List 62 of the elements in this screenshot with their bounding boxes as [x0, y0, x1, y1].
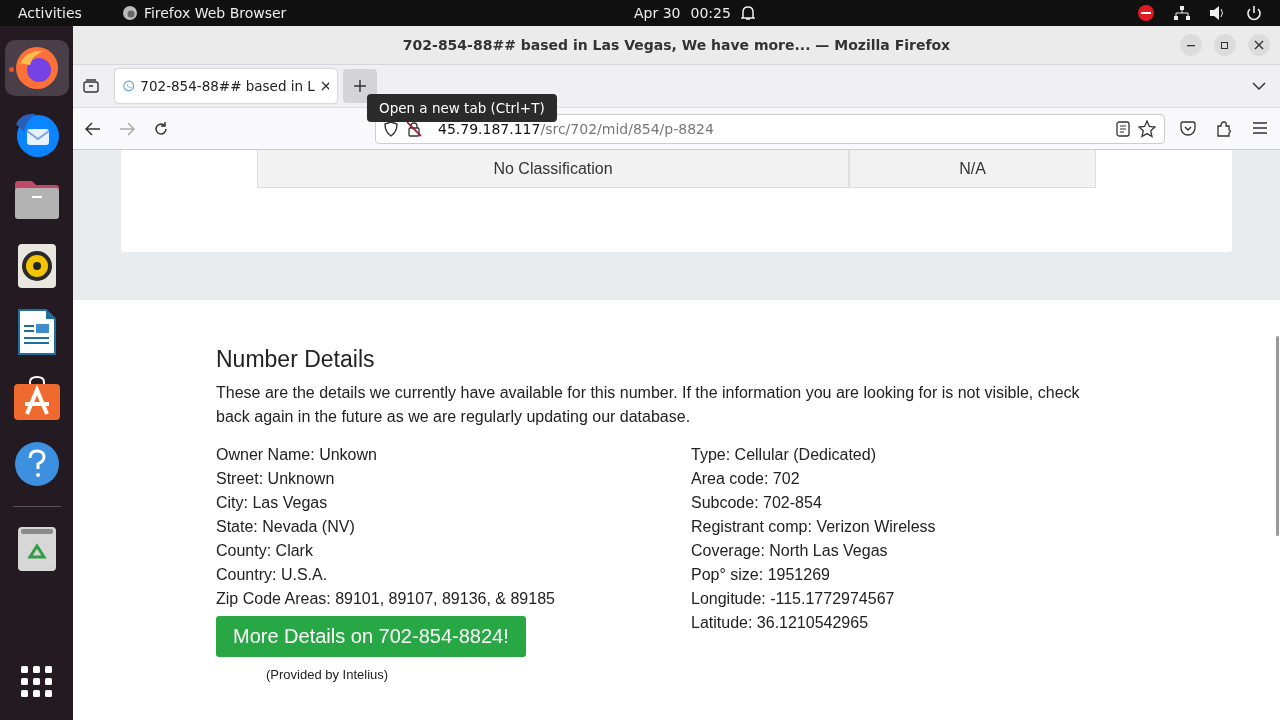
do-not-disturb-icon[interactable] — [1138, 5, 1154, 21]
clock-date[interactable]: Apr 30 — [634, 5, 681, 21]
document-icon — [17, 309, 56, 355]
shield-icon — [384, 120, 398, 137]
detail-text: Longitude: -115.1772974567 — [691, 589, 895, 609]
restore-button[interactable] — [1214, 34, 1236, 56]
close-icon[interactable] — [320, 81, 329, 91]
folder-icon — [13, 180, 60, 220]
app-grid-icon[interactable] — [20, 666, 53, 698]
activities-button[interactable]: Activities — [18, 5, 82, 21]
dock-item[interactable] — [4, 40, 69, 96]
volume-icon[interactable] — [1210, 6, 1226, 20]
chevron-down-icon[interactable] — [1252, 81, 1266, 91]
detail-text: Latitude: 36.1210542965 — [691, 613, 869, 633]
insecure-lock-icon — [406, 120, 422, 137]
plus-icon — [353, 79, 367, 93]
detail-text: County: Clark — [216, 541, 313, 561]
app-name[interactable]: Firefox Web Browser — [143, 5, 287, 21]
restore-icon — [1220, 40, 1230, 50]
detail-text: Country: U.S.A. — [216, 565, 328, 585]
detail-text: Subcode: 702-854 — [691, 493, 822, 513]
detail-text: Pop° size: 1951269 — [691, 565, 830, 585]
reload-icon[interactable] — [153, 120, 169, 137]
detail-text: City: Las Vegas — [216, 493, 328, 513]
puzzle-icon[interactable] — [1216, 120, 1232, 137]
network-icon[interactable] — [1174, 6, 1190, 20]
close-button[interactable] — [1248, 34, 1270, 56]
star-icon[interactable] — [1138, 119, 1156, 138]
detail-text: Type: Cellular (Dedicated) — [691, 445, 876, 465]
tooltip: Open a new tab (Ctrl+T) — [367, 94, 557, 122]
menu-icon[interactable] — [1252, 120, 1268, 135]
bell-icon[interactable] — [740, 5, 755, 21]
back-icon[interactable] — [85, 121, 101, 136]
power-icon[interactable] — [1246, 5, 1262, 21]
detail-text: Zip Code Areas: 89101, 89107, 89136, & 89185 — [216, 589, 555, 609]
browser-icon — [121, 5, 138, 21]
detail-text: State: Nevada (NV) — [216, 517, 355, 537]
tab-list-icon[interactable] — [83, 78, 99, 94]
detail-text: Registrant comp: Verizon Wireless — [691, 517, 936, 537]
reader-view-icon[interactable] — [1116, 120, 1130, 137]
table-cell: N/A — [849, 150, 1096, 188]
new-tab-button[interactable] — [343, 69, 377, 103]
description: These are the details we currently have available for this number. If the information you are looking for is not visible, check back again in the future as we are regularly updating our database. — [216, 383, 1081, 427]
table-cell: No Classification — [257, 150, 849, 188]
tab-title: 702-854-88## based in L — [140, 78, 315, 94]
trash-icon — [17, 527, 56, 571]
detail-text: Owner Name: Unkown — [216, 445, 377, 465]
window-title: 702-854-88## based in Las Vegas, We have more... — Mozilla Firefox — [402, 37, 951, 53]
phone-icon — [123, 79, 135, 93]
detail-text: Area code: 702 — [691, 469, 800, 489]
speaker-icon — [17, 244, 56, 288]
detail-text: Coverage: North Las Vegas — [691, 541, 888, 561]
shopping-bag-icon — [13, 376, 60, 420]
provider-note: (Provided by Intelius) — [266, 666, 389, 684]
clock-time[interactable]: 00:25 — [690, 5, 731, 21]
close-icon — [1254, 40, 1264, 50]
browser-icon — [13, 45, 60, 91]
browser-tab[interactable]: 702-854-88## based in L — [115, 69, 337, 103]
pocket-icon[interactable] — [1180, 120, 1196, 137]
detail-text: Street: Unknown — [216, 469, 335, 489]
help-icon — [14, 442, 59, 486]
section-title: Number Details — [216, 346, 376, 373]
